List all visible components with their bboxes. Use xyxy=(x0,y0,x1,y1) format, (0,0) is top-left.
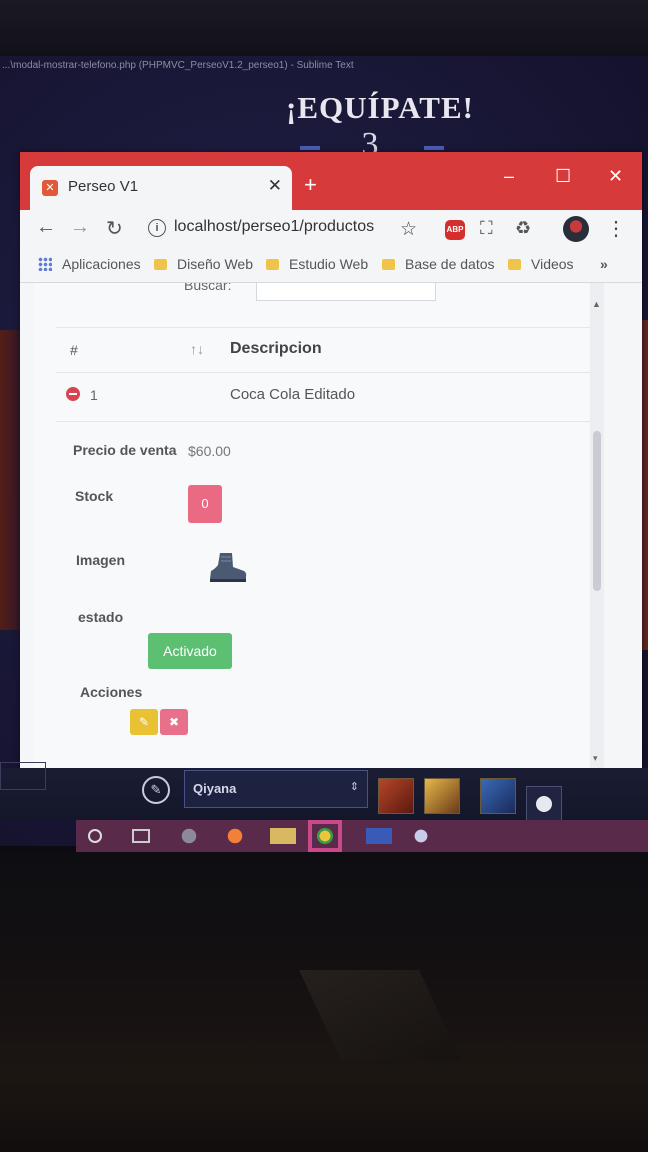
screenshot-icon[interactable]: ⛶ xyxy=(480,218,493,239)
bookmark-base-de-datos[interactable]: Base de datos xyxy=(382,256,495,272)
page-content: Buscar: # ↑↓ Descripcion 1 Coca Cola Edi… xyxy=(34,283,604,768)
folder-icon xyxy=(508,259,521,270)
sublime-icon[interactable] xyxy=(366,828,392,844)
browser-toolbar: ← → ↻ i localhost/perseo1/productos ☆ AB… xyxy=(20,210,642,250)
champion-select[interactable]: Qiyana ⇕ xyxy=(184,770,368,808)
folder-icon xyxy=(154,259,167,270)
status-badge: Activado xyxy=(148,633,232,669)
close-icon: ✖ xyxy=(168,715,180,729)
maximize-icon[interactable]: ☐ xyxy=(555,166,571,187)
chrome-icon[interactable] xyxy=(312,824,338,848)
league-icon[interactable] xyxy=(408,824,434,848)
monitor-top-bezel xyxy=(0,0,648,60)
stock-badge: 0 xyxy=(188,485,222,523)
file-explorer-icon[interactable] xyxy=(270,828,296,844)
promo-divider-left xyxy=(300,146,320,150)
bookmarks-more-icon[interactable]: » xyxy=(600,256,608,272)
tab-perseo[interactable]: ✕ Perseo V1 ✕ xyxy=(30,166,292,210)
header-number[interactable]: # xyxy=(70,342,78,358)
stock-label: Stock xyxy=(75,488,114,504)
task-view-icon[interactable] xyxy=(132,829,150,843)
champion-name: Qiyana xyxy=(193,781,237,796)
bookmark-videos[interactable]: Videos xyxy=(508,256,574,272)
select-arrows-icon: ⇕ xyxy=(349,781,359,793)
scroll-up-icon[interactable]: ▲ xyxy=(592,299,601,309)
adblock-icon[interactable]: ABP xyxy=(445,220,465,240)
expand-icon[interactable] xyxy=(66,387,80,401)
window-close-icon[interactable]: ✕ xyxy=(608,166,623,187)
promo-title: ¡EQUÍPATE! xyxy=(286,90,474,125)
spell-flash-icon[interactable] xyxy=(424,778,460,814)
table-row: 1 Coca Cola Editado xyxy=(56,371,596,422)
table-header: # ↑↓ Descripcion xyxy=(56,327,596,373)
price-value: $60.00 xyxy=(188,443,231,459)
new-tab-button[interactable]: + xyxy=(304,172,317,198)
browser-titlebar: ✕ Perseo V1 ✕ + – ☐ ✕ xyxy=(20,152,642,210)
page-scrollbar[interactable]: ▲ ▾ xyxy=(590,283,604,768)
search-label: Buscar: xyxy=(184,283,232,293)
ward-skin-icon[interactable] xyxy=(480,778,516,814)
tab-title: Perseo V1 xyxy=(68,178,139,195)
windows-taskbar xyxy=(76,820,648,852)
pencil-icon: ✎ xyxy=(138,715,150,729)
bookmark-apps[interactable]: Aplicaciones xyxy=(38,256,141,272)
browser-window: ✕ Perseo V1 ✕ + – ☐ ✕ ← → ↻ i localhost/… xyxy=(20,152,642,768)
spell-ignite-icon[interactable] xyxy=(378,778,414,814)
scroll-down-icon[interactable]: ▾ xyxy=(593,753,598,764)
edit-button[interactable]: ✎ xyxy=(130,709,158,735)
row-number: 1 xyxy=(90,387,98,403)
recycle-icon[interactable]: ♻ xyxy=(515,218,531,239)
status-label: estado xyxy=(78,609,124,625)
bookmark-label: Videos xyxy=(531,256,574,272)
star-icon[interactable]: ☆ xyxy=(400,218,417,241)
promo-divider-right xyxy=(424,146,444,150)
emote-icon[interactable] xyxy=(526,786,562,822)
bookmarks-bar: Aplicaciones Diseño Web Estudio Web Base… xyxy=(20,250,642,283)
bookmark-label: Diseño Web xyxy=(177,256,254,272)
bookmark-diseno-web[interactable]: Diseño Web xyxy=(154,256,253,272)
boot-icon xyxy=(210,553,247,582)
row-description: Coca Cola Editado xyxy=(230,386,356,403)
favicon-icon: ✕ xyxy=(42,180,58,196)
apps-grid-icon xyxy=(38,257,52,271)
minimize-icon[interactable]: – xyxy=(504,166,514,187)
bookmark-estudio-web[interactable]: Estudio Web xyxy=(266,256,368,272)
forward-arrow-icon[interactable]: → xyxy=(70,216,90,239)
scroll-thumb[interactable] xyxy=(593,431,601,591)
back-arrow-icon[interactable]: ← xyxy=(36,216,56,239)
editor-window-title: ...\modal-mostrar-telefono.php (PHPMVC_P… xyxy=(2,60,354,71)
bookmark-label: Base de datos xyxy=(405,256,495,272)
profile-avatar[interactable] xyxy=(563,216,589,242)
delete-button[interactable]: ✖ xyxy=(160,709,188,735)
app-icon[interactable] xyxy=(176,824,202,848)
client-left-box xyxy=(0,762,46,790)
search-input[interactable] xyxy=(256,283,436,301)
cortana-icon[interactable] xyxy=(88,829,102,843)
sort-icon[interactable]: ↑↓ xyxy=(190,341,204,357)
price-label: Precio de venta xyxy=(73,442,177,458)
bookmark-label: Estudio Web xyxy=(289,256,369,272)
edit-circle-icon[interactable]: ✎ xyxy=(142,776,170,804)
image-label: Imagen xyxy=(76,552,126,568)
folder-icon xyxy=(266,259,279,270)
reload-icon[interactable]: ↻ xyxy=(106,216,123,241)
tab-close-icon[interactable]: ✕ xyxy=(268,176,282,196)
menu-dots-icon[interactable]: ⋮ xyxy=(606,216,626,241)
folder-icon xyxy=(382,259,395,270)
address-bar[interactable]: localhost/perseo1/productos xyxy=(174,218,374,236)
actions-label: Acciones xyxy=(80,684,143,700)
firefox-icon[interactable] xyxy=(222,824,248,848)
header-description[interactable]: Descripcion xyxy=(230,340,322,358)
bookmark-apps-label: Aplicaciones xyxy=(62,256,141,272)
info-icon[interactable]: i xyxy=(148,219,166,237)
